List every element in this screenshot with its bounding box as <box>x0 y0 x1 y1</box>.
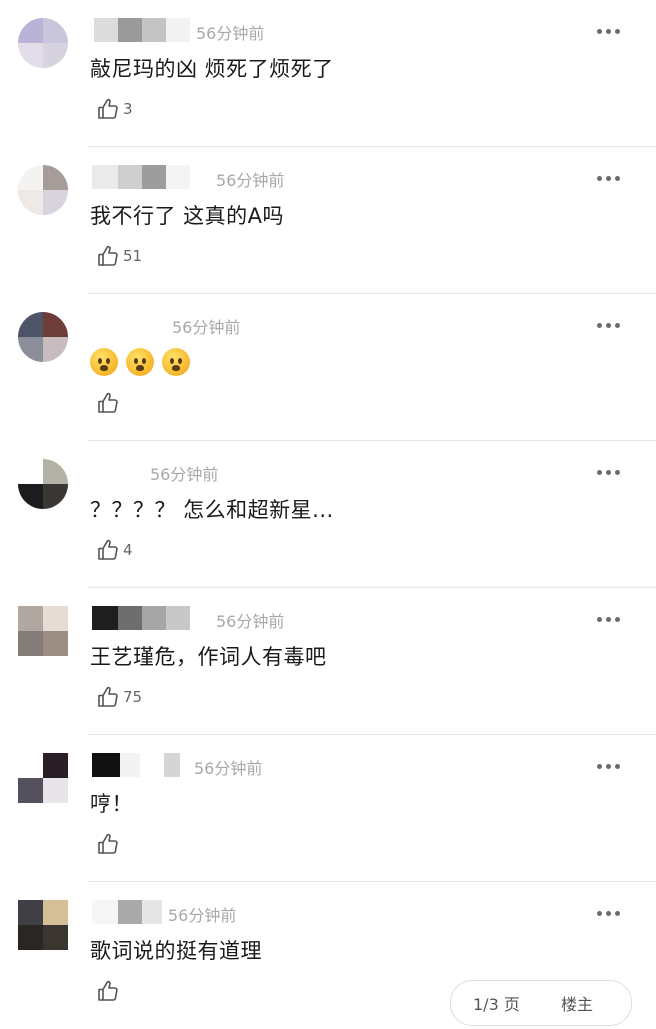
like-count: 75 <box>123 688 143 706</box>
comment-time: 56分钟前 <box>168 906 237 925</box>
more-options-button[interactable] <box>592 460 626 484</box>
comment-item: 56分钟前 ？？？？ 怎么和超新星... 4 <box>0 441 656 588</box>
pager-op-filter[interactable]: 楼主 <box>561 991 593 1015</box>
comment-item: 56分钟前 我不行了 这真的A吗 51 <box>0 147 656 294</box>
comment-time: 56分钟前 <box>216 612 285 631</box>
avatar[interactable] <box>18 18 68 68</box>
pager-page-label[interactable]: 1/3 页 <box>473 991 520 1015</box>
thumbs-up-icon <box>98 98 118 119</box>
comment-item: 56分钟前 哼！ <box>0 735 656 882</box>
like-button[interactable]: 3 <box>96 96 133 122</box>
comment-time: 56分钟前 <box>196 24 265 43</box>
comment-text: 哼！ <box>90 792 133 816</box>
avatar[interactable] <box>18 900 68 950</box>
comment-text: 歌词说的挺有道理 <box>90 939 262 963</box>
like-button[interactable] <box>96 831 123 857</box>
comment-text: 王艺瑾危，作词人有毒吧 <box>90 645 327 669</box>
username-redacted <box>92 165 200 189</box>
comment-text: 我不行了 这真的A吗 <box>90 204 285 228</box>
comment-time: 56分钟前 <box>172 318 241 337</box>
like-button[interactable]: 51 <box>96 243 142 269</box>
thumbs-up-icon <box>98 245 118 266</box>
avatar[interactable] <box>18 753 68 803</box>
like-count: 4 <box>123 541 133 559</box>
comment-item: 56分钟前 敲尼玛的凶 烦死了烦死了 3 <box>0 0 656 147</box>
like-button[interactable] <box>96 978 123 1004</box>
more-options-button[interactable] <box>592 19 626 43</box>
comment-time: 56分钟前 <box>150 465 219 484</box>
comment-emojis <box>90 348 198 376</box>
more-options-button[interactable] <box>592 754 626 778</box>
floating-pager[interactable]: 1/3 页 楼主 <box>450 980 632 1026</box>
avatar[interactable] <box>18 459 68 509</box>
anguished-face-emoji <box>162 348 190 376</box>
more-options-button[interactable] <box>592 607 626 631</box>
comment-item: 56分钟前 王艺瑾危，作词人有毒吧 75 <box>0 588 656 735</box>
comment-text: 敲尼玛的凶 烦死了烦死了 <box>90 57 334 81</box>
like-button[interactable] <box>96 390 123 416</box>
like-button[interactable]: 4 <box>96 537 133 563</box>
username-redacted <box>92 606 200 630</box>
more-options-button[interactable] <box>592 313 626 337</box>
username-redacted <box>92 753 200 777</box>
comment-text: ？？？？ 怎么和超新星... <box>90 498 334 522</box>
avatar[interactable] <box>18 165 68 215</box>
thumbs-up-icon <box>98 833 118 854</box>
comment-item: 56分钟前 <box>0 294 656 441</box>
thumbs-up-icon <box>98 539 118 560</box>
avatar[interactable] <box>18 312 68 362</box>
like-button[interactable]: 75 <box>96 684 142 710</box>
thumbs-up-icon <box>98 686 118 707</box>
like-count: 51 <box>123 247 143 265</box>
anguished-face-emoji <box>126 348 154 376</box>
comment-time: 56分钟前 <box>216 171 285 190</box>
avatar[interactable] <box>18 606 68 656</box>
username-redacted <box>92 18 200 42</box>
thumbs-up-icon <box>98 392 118 413</box>
thumbs-up-icon <box>98 980 118 1001</box>
more-options-button[interactable] <box>592 166 626 190</box>
more-options-button[interactable] <box>592 901 626 925</box>
comment-time: 56分钟前 <box>194 759 263 778</box>
like-count: 3 <box>123 100 133 118</box>
anguished-face-emoji <box>90 348 118 376</box>
